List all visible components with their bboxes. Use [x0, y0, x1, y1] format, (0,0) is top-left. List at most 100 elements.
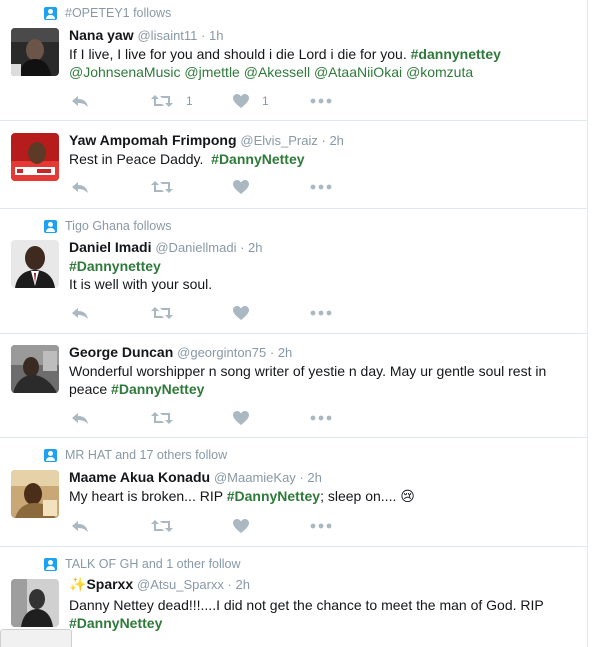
- tweet-actions: [70, 409, 332, 427]
- more-button[interactable]: [310, 415, 332, 421]
- retweet-icon: [150, 518, 174, 534]
- username[interactable]: @georginton75: [177, 345, 266, 360]
- separator: ·: [266, 345, 278, 360]
- context-text: #OPETEY1 follows: [65, 6, 172, 20]
- more-button[interactable]: [310, 310, 332, 316]
- like-button[interactable]: [232, 305, 310, 321]
- tweet-text: My heart is broken... RIP #DannyNettey; …: [69, 487, 569, 505]
- tweet-actions: [70, 517, 332, 535]
- retweet-button[interactable]: 1: [150, 93, 232, 109]
- mention-link[interactable]: @komzuta: [406, 64, 473, 80]
- hashtag-link[interactable]: #Dannynettey: [69, 258, 161, 274]
- tweet-text-line: If I live, I live for you and should i d…: [69, 46, 411, 62]
- reply-button[interactable]: [70, 410, 150, 426]
- retweet-button[interactable]: [150, 410, 232, 426]
- timestamp[interactable]: 2h: [307, 470, 321, 485]
- context-text: Tigo Ghana follows: [65, 219, 172, 233]
- timestamp[interactable]: 2h: [278, 345, 292, 360]
- tweet-header: ✨Sparxx @Atsu_Sparxx · 2h: [69, 576, 250, 593]
- tweet-text-line: ; sleep on....: [320, 488, 401, 504]
- separator: ·: [295, 470, 308, 485]
- username[interactable]: @Elvis_Praiz: [240, 133, 318, 148]
- reply-icon: [70, 305, 90, 321]
- avatar[interactable]: [11, 133, 59, 181]
- hashtag-link[interactable]: #DannyNettey: [69, 615, 162, 631]
- tweet[interactable]: Tigo Ghana follows Daniel Imadi @Daniell…: [0, 209, 587, 334]
- like-button[interactable]: [232, 179, 310, 195]
- retweet-button[interactable]: [150, 179, 232, 195]
- username[interactable]: @Atsu_Sparxx: [137, 577, 224, 592]
- tweet-text: Rest in Peace Daddy. #DannyNettey: [69, 150, 569, 168]
- reply-button[interactable]: [70, 93, 150, 109]
- tweet-actions: [70, 178, 332, 196]
- like-button[interactable]: [232, 518, 310, 534]
- mention-link[interactable]: @AtaaNiiOkai: [314, 64, 402, 80]
- tweet-header: Yaw Ampomah Frimpong @Elvis_Praiz · 2h: [69, 132, 344, 148]
- person-icon: [44, 557, 57, 571]
- more-button[interactable]: [310, 523, 332, 529]
- separator: ·: [236, 240, 249, 255]
- retweet-button[interactable]: [150, 518, 232, 534]
- tweet-text-line: Rest in Peace Daddy.: [69, 151, 212, 167]
- reply-button[interactable]: [70, 305, 150, 321]
- more-button[interactable]: [310, 184, 332, 190]
- timestamp[interactable]: 2h: [248, 240, 262, 255]
- reply-button[interactable]: [70, 179, 150, 195]
- display-name[interactable]: George Duncan: [69, 344, 173, 360]
- avatar[interactable]: [11, 345, 59, 393]
- tweet[interactable]: George Duncan @georginton75 · 2h Wonderf…: [0, 334, 587, 438]
- mention-link[interactable]: @jmettle: [184, 64, 239, 80]
- tweet-text-line: My heart is broken... RIP: [69, 488, 227, 504]
- person-icon: [44, 219, 57, 233]
- more-icon: [310, 415, 332, 421]
- avatar[interactable]: [11, 470, 59, 518]
- separator: ·: [223, 577, 236, 592]
- retweet-icon: [150, 305, 174, 321]
- tweet[interactable]: TALK OF GH and 1 other follow ✨Sparxx @A…: [0, 547, 587, 647]
- display-name[interactable]: Yaw Ampomah Frimpong: [69, 132, 237, 148]
- more-icon: [310, 184, 332, 190]
- sparkles-emoji: ✨: [69, 576, 87, 592]
- hashtag-link[interactable]: #DannyNettey: [111, 381, 204, 397]
- display-name[interactable]: Daniel Imadi: [69, 239, 151, 255]
- reply-icon: [70, 410, 90, 426]
- like-button[interactable]: 1: [232, 93, 310, 109]
- timestamp[interactable]: 1h: [209, 28, 223, 43]
- like-button[interactable]: [232, 410, 310, 426]
- hashtag-link[interactable]: #DannyNettey: [227, 488, 320, 504]
- more-icon: [310, 523, 332, 529]
- retweet-button[interactable]: [150, 305, 232, 321]
- reply-button[interactable]: [70, 518, 150, 534]
- display-name[interactable]: Sparxx: [86, 576, 133, 592]
- tweet[interactable]: #OPETEY1 follows Nana yaw @lisaint11 · 1…: [0, 0, 587, 121]
- hashtag-link[interactable]: #DannyNettey: [211, 151, 304, 167]
- like-icon: [232, 305, 250, 321]
- tweet-context: MR HAT and 17 others follow: [44, 448, 227, 462]
- tweet-timeline: #OPETEY1 follows Nana yaw @lisaint11 · 1…: [0, 0, 588, 647]
- tweet-text: #Dannynettey It is well with your soul.: [69, 257, 569, 293]
- username[interactable]: @lisaint11: [137, 28, 197, 43]
- username[interactable]: @MaamieKay: [214, 470, 296, 485]
- tweet[interactable]: Yaw Ampomah Frimpong @Elvis_Praiz · 2h R…: [0, 121, 587, 209]
- display-name[interactable]: Maame Akua Konadu: [69, 469, 210, 485]
- hashtag-link[interactable]: #dannynettey: [411, 46, 501, 62]
- avatar[interactable]: [11, 240, 59, 288]
- tweet[interactable]: MR HAT and 17 others follow Maame Akua K…: [0, 438, 587, 547]
- mention-link[interactable]: @JohnsenaMusic: [69, 64, 181, 80]
- person-icon: [44, 6, 57, 20]
- more-icon: [310, 310, 332, 316]
- avatar[interactable]: [11, 28, 59, 76]
- horizontal-scrollbar[interactable]: [0, 629, 72, 647]
- tweet-context: #OPETEY1 follows: [44, 6, 171, 20]
- display-name[interactable]: Nana yaw: [69, 27, 134, 43]
- more-button[interactable]: [310, 98, 332, 104]
- tweet-actions: [70, 304, 332, 322]
- like-count: 1: [262, 94, 269, 108]
- tweet-text-line: Danny Nettey dead!!!....I did not get th…: [69, 597, 544, 613]
- avatar[interactable]: [11, 579, 59, 627]
- timestamp[interactable]: 2h: [236, 577, 250, 592]
- mention-link[interactable]: @Akessell: [244, 64, 310, 80]
- username[interactable]: @Daniellmadi: [155, 240, 236, 255]
- tweet-header: Nana yaw @lisaint11 · 1h: [69, 27, 223, 43]
- timestamp[interactable]: 2h: [329, 133, 343, 148]
